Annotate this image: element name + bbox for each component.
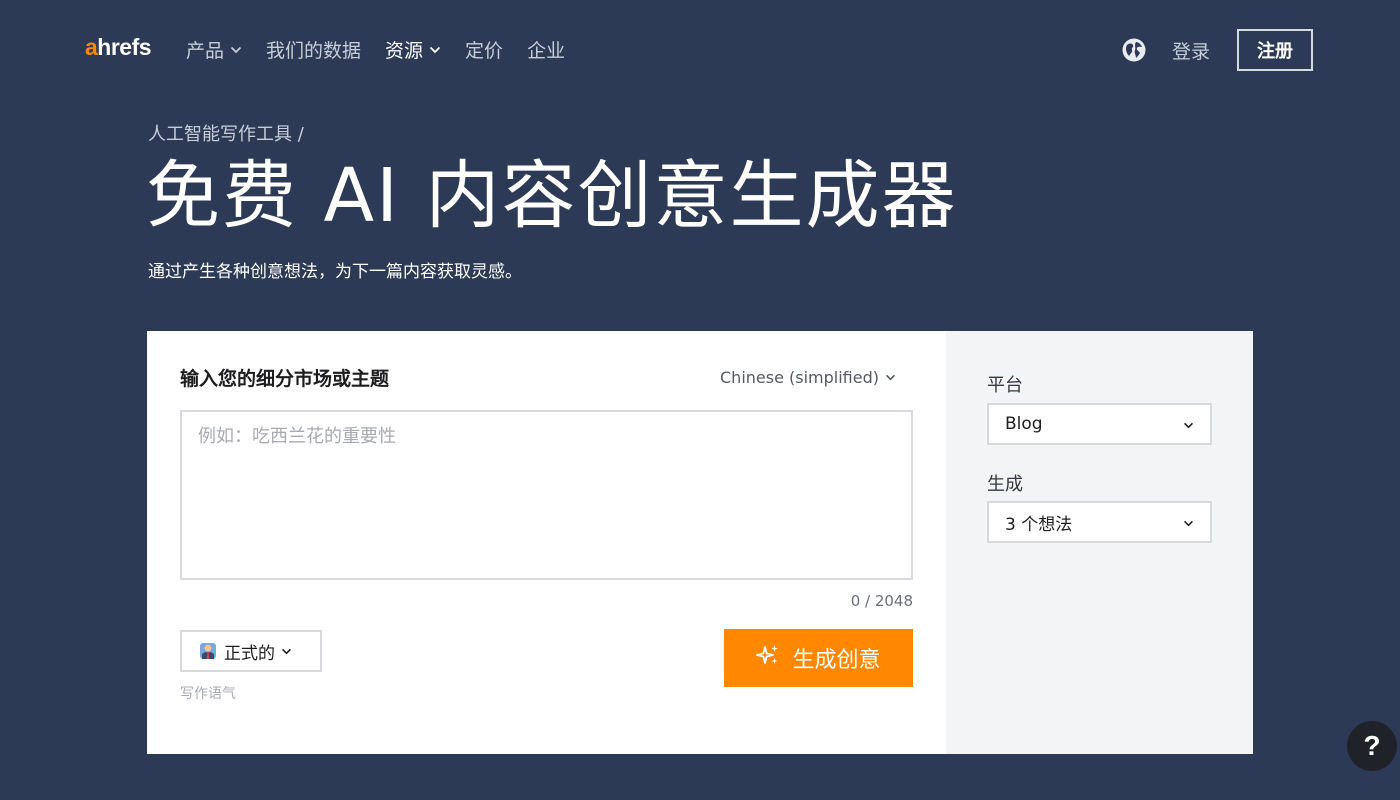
topic-input[interactable] (180, 410, 913, 580)
generator-options-panel: 平台 Blog 生成 3 个想法 (946, 331, 1253, 754)
tone-value: 正式的 (224, 643, 275, 664)
page-subtitle: 通过产生各种创意想法，为下一篇内容获取灵感。 (148, 262, 522, 282)
nav-menu: 产品 我们的数据 资源 定价 企业 (186, 36, 589, 63)
character-counter: 0 / 2048 (850, 592, 913, 610)
top-nav: ahrefs 产品 我们的数据 资源 定价 企业 登录 注册 (0, 0, 1400, 100)
nav-item-label: 资源 (385, 40, 424, 62)
platform-select[interactable]: Blog (987, 403, 1212, 445)
nav-item-products[interactable]: 产品 (186, 36, 242, 63)
generator-card: 输入您的细分市场或主题 Chinese (simplified) 0 / 204… (147, 331, 1253, 754)
platform-label: 平台 (987, 375, 1023, 396)
generate-count-select[interactable]: 3 个想法 (987, 501, 1212, 543)
generate-ideas-label: 生成创意 (792, 648, 881, 673)
necktie-person-icon (198, 641, 224, 661)
nav-item-enterprise[interactable]: 企业 (527, 36, 565, 63)
nav-item-label: 定价 (465, 40, 504, 62)
signup-button[interactable]: 注册 (1237, 29, 1313, 71)
nav-item-pricing[interactable]: 定价 (465, 36, 503, 63)
chevron-down-icon (1183, 414, 1194, 434)
generate-count-label: 生成 (987, 474, 1023, 495)
tone-caption: 写作语气 (180, 686, 236, 702)
topic-label: 输入您的细分市场或主题 (180, 368, 390, 390)
platform-value: Blog (1005, 414, 1043, 434)
sparkles-icon (756, 643, 792, 673)
tone-select[interactable]: 正式的 (180, 630, 322, 672)
nav-item-label: 我们的数据 (266, 40, 362, 62)
chevron-down-icon (281, 648, 292, 655)
language-value: Chinese (simplified) (720, 368, 879, 387)
login-link[interactable]: 登录 (1172, 37, 1210, 64)
nav-item-label: 企业 (527, 40, 566, 62)
chevron-down-icon (1183, 512, 1194, 532)
ahrefs-logo[interactable]: ahrefs (85, 34, 152, 61)
generator-main-panel: 输入您的细分市场或主题 Chinese (simplified) 0 / 204… (147, 331, 946, 754)
generate-count-value: 3 个想法 (1005, 514, 1073, 535)
nav-item-resources[interactable]: 资源 (385, 36, 441, 63)
globe-icon[interactable] (1121, 37, 1147, 63)
chevron-down-icon (429, 46, 441, 54)
chevron-down-icon (230, 46, 242, 54)
nav-item-label: 产品 (186, 40, 225, 62)
generate-ideas-button[interactable]: 生成创意 (724, 629, 913, 687)
help-button[interactable]: ? (1347, 721, 1397, 771)
chevron-down-icon (885, 374, 896, 381)
language-select[interactable]: Chinese (simplified) (720, 368, 896, 387)
page-title: 免费 AI 内容创意生成器 (146, 153, 958, 239)
nav-item-our-data[interactable]: 我们的数据 (266, 36, 361, 63)
